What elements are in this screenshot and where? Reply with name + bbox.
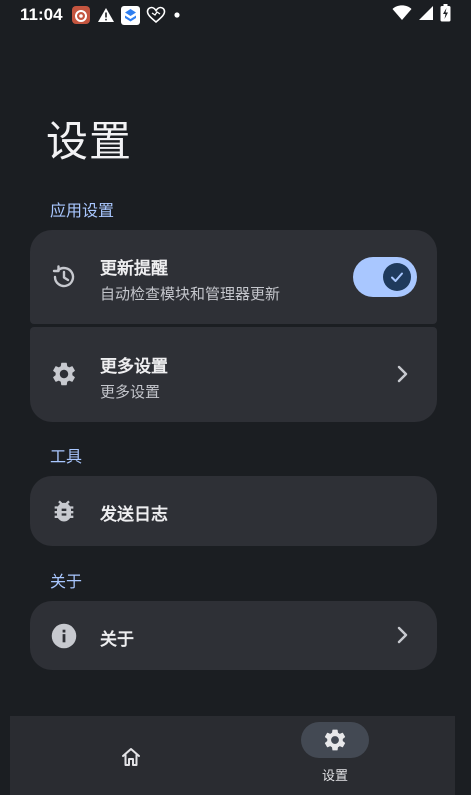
more-settings-title: 更多设置 [100,357,168,377]
more-settings-subtitle: 更多设置 [100,383,161,401]
app-icon [120,5,140,25]
app-notification-icon [71,5,91,25]
status-time: 11:04 [20,5,63,24]
settings-screen: 11:04 设置 应用设置 更新提醒 自动检查模块和管理器更新 更多设置 更多设… [0,0,471,795]
send-log-title: 发送日志 [100,505,168,525]
status-bar: 11:04 [0,0,471,30]
gear-icon [50,360,78,388]
heart-icon [146,6,166,24]
section-header-app-settings: 应用设置 [50,201,115,220]
about-title: 关于 [100,630,134,650]
update-reminder-row[interactable]: 更新提醒 自动检查模块和管理器更新 [30,230,437,324]
chevron-right-icon [393,626,411,644]
nav-item-settings[interactable]: 设置 [301,716,369,795]
wifi-icon [392,5,412,25]
dot-icon [172,10,182,20]
update-reminder-title: 更新提醒 [100,259,168,279]
section-header-tools: 工具 [50,447,83,466]
bug-icon [50,497,78,525]
gear-icon [301,722,369,758]
about-row[interactable]: 关于 [30,601,437,670]
home-icon [97,739,165,775]
send-log-row[interactable]: 发送日志 [30,476,437,546]
nav-settings-label: 设置 [321,769,348,784]
nav-item-home[interactable] [97,716,165,795]
page-title: 设置 [46,117,133,166]
chevron-right-icon [393,365,411,383]
check-icon [383,263,411,291]
warning-icon [97,7,115,23]
bottom-navigation: 设置 [10,716,455,795]
section-header-about: 关于 [50,572,83,591]
update-reminder-subtitle: 自动检查模块和管理器更新 [100,285,281,303]
signal-icon [418,5,434,25]
history-icon [50,263,78,291]
info-icon [50,622,78,650]
battery-icon [440,4,451,26]
update-reminder-toggle[interactable] [353,257,417,297]
more-settings-row[interactable]: 更多设置 更多设置 [30,327,437,422]
